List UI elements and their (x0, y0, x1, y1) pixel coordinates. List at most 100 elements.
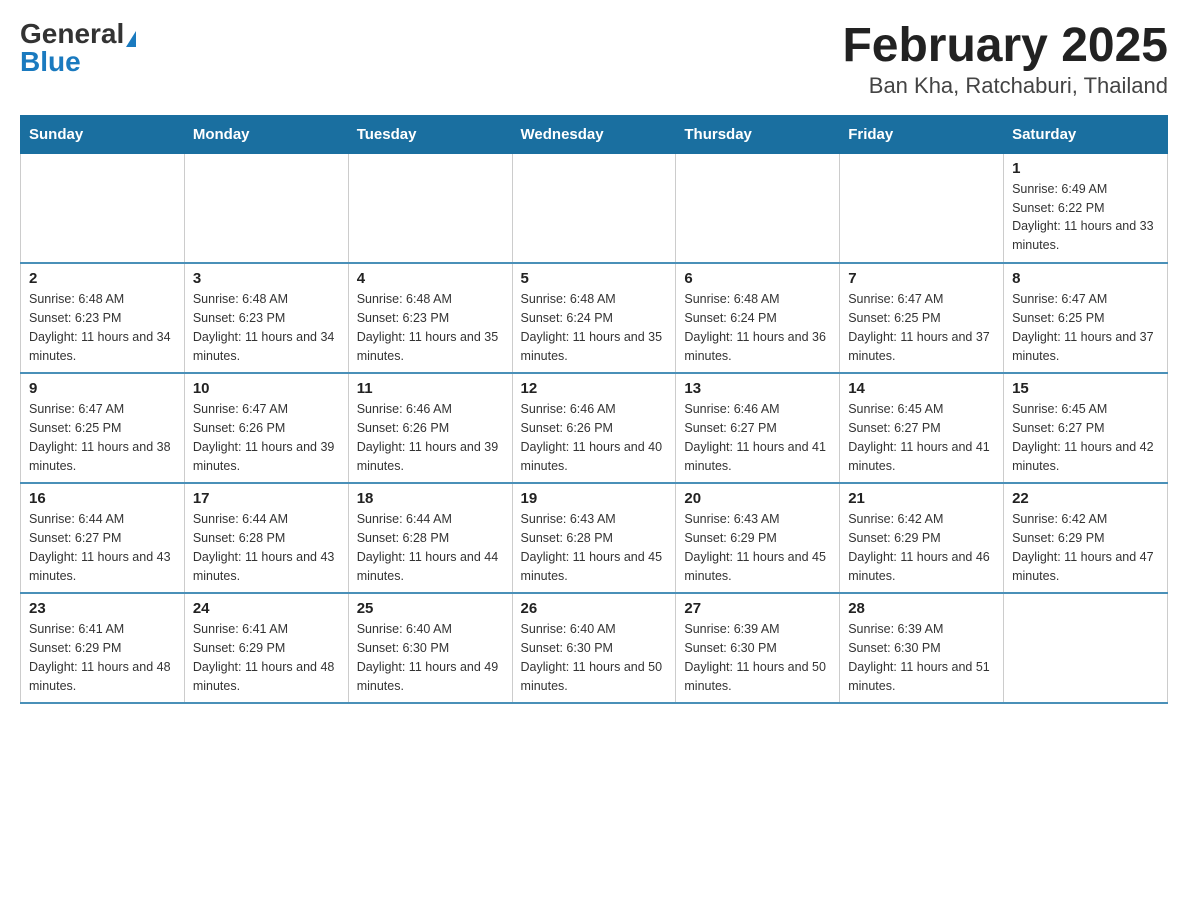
weekday-header-saturday: Saturday (1004, 115, 1168, 153)
day-info: Sunrise: 6:45 AMSunset: 6:27 PMDaylight:… (848, 400, 995, 475)
day-info: Sunrise: 6:48 AMSunset: 6:24 PMDaylight:… (684, 290, 831, 365)
day-info: Sunrise: 6:44 AMSunset: 6:28 PMDaylight:… (193, 510, 340, 585)
day-number: 19 (521, 490, 668, 507)
weekday-header-sunday: Sunday (21, 115, 185, 153)
day-info: Sunrise: 6:39 AMSunset: 6:30 PMDaylight:… (848, 620, 995, 695)
day-info: Sunrise: 6:47 AMSunset: 6:25 PMDaylight:… (848, 290, 995, 365)
calendar-day-cell: 22Sunrise: 6:42 AMSunset: 6:29 PMDayligh… (1004, 483, 1168, 593)
calendar-day-cell: 3 Sunrise: 6:48 AMSunset: 6:23 PMDaylight… (184, 263, 348, 373)
calendar-day-cell (512, 153, 676, 263)
calendar-day-cell: 20Sunrise: 6:43 AMSunset: 6:29 PMDayligh… (676, 483, 840, 593)
calendar-week-row: 23Sunrise: 6:41 AMSunset: 6:29 PMDayligh… (21, 593, 1168, 703)
day-info: Sunrise: 6:42 AMSunset: 6:29 PMDaylight:… (848, 510, 995, 585)
day-number: 9 (29, 380, 176, 397)
day-number: 8 (1012, 270, 1159, 287)
day-number: 21 (848, 490, 995, 507)
day-number: 3 (193, 270, 340, 287)
calendar-subtitle: Ban Kha, Ratchaburi, Thailand (842, 73, 1168, 99)
day-info: Sunrise: 6:48 AMSunset: 6:23 PMDaylight:… (29, 290, 176, 365)
logo-general-line: General (20, 20, 136, 48)
calendar-day-cell (676, 153, 840, 263)
calendar-day-cell: 27 Sunrise: 6:39 AMSunset: 6:30 PMDayligh… (676, 593, 840, 703)
calendar-day-cell: 2 Sunrise: 6:48 AMSunset: 6:23 PMDaylight… (21, 263, 185, 373)
calendar-week-row: 16Sunrise: 6:44 AMSunset: 6:27 PMDayligh… (21, 483, 1168, 593)
calendar-day-cell: 14Sunrise: 6:45 AMSunset: 6:27 PMDayligh… (840, 373, 1004, 483)
day-number: 6 (684, 270, 831, 287)
day-info: Sunrise: 6:40 AMSunset: 6:30 PMDaylight:… (357, 620, 504, 695)
calendar-day-cell: 7 Sunrise: 6:47 AMSunset: 6:25 PMDaylight… (840, 263, 1004, 373)
logo-triangle-icon (126, 31, 136, 47)
calendar-day-cell: 11 Sunrise: 6:46 AMSunset: 6:26 PMDayligh… (348, 373, 512, 483)
day-number: 25 (357, 600, 504, 617)
day-info: Sunrise: 6:40 AMSunset: 6:30 PMDaylight:… (521, 620, 668, 695)
day-number: 7 (848, 270, 995, 287)
day-info: Sunrise: 6:48 AMSunset: 6:24 PMDaylight:… (521, 290, 668, 365)
day-info: Sunrise: 6:48 AMSunset: 6:23 PMDaylight:… (193, 290, 340, 365)
day-info: Sunrise: 6:46 AMSunset: 6:27 PMDaylight:… (684, 400, 831, 475)
weekday-header-friday: Friday (840, 115, 1004, 153)
calendar-day-cell: 1 Sunrise: 6:49 AMSunset: 6:22 PMDaylight… (1004, 153, 1168, 263)
day-info: Sunrise: 6:41 AMSunset: 6:29 PMDaylight:… (193, 620, 340, 695)
day-info: Sunrise: 6:46 AMSunset: 6:26 PMDaylight:… (357, 400, 504, 475)
day-number: 12 (521, 380, 668, 397)
calendar-day-cell: 19 Sunrise: 6:43 AMSunset: 6:28 PMDayligh… (512, 483, 676, 593)
calendar-day-cell (184, 153, 348, 263)
day-number: 11 (357, 380, 504, 397)
calendar-day-cell: 16Sunrise: 6:44 AMSunset: 6:27 PMDayligh… (21, 483, 185, 593)
calendar-day-cell (21, 153, 185, 263)
day-number: 10 (193, 380, 340, 397)
day-number: 1 (1012, 160, 1159, 177)
calendar-day-cell: 15Sunrise: 6:45 AMSunset: 6:27 PMDayligh… (1004, 373, 1168, 483)
weekday-header-tuesday: Tuesday (348, 115, 512, 153)
day-number: 5 (521, 270, 668, 287)
day-info: Sunrise: 6:49 AMSunset: 6:22 PMDaylight:… (1012, 180, 1159, 255)
calendar-day-cell: 28 Sunrise: 6:39 AMSunset: 6:30 PMDayligh… (840, 593, 1004, 703)
weekday-header-wednesday: Wednesday (512, 115, 676, 153)
day-number: 28 (848, 600, 995, 617)
calendar-day-cell: 8 Sunrise: 6:47 AMSunset: 6:25 PMDaylight… (1004, 263, 1168, 373)
logo-general-text: General (20, 18, 124, 49)
calendar-body: 1 Sunrise: 6:49 AMSunset: 6:22 PMDaylight… (21, 153, 1168, 703)
calendar-day-cell: 9 Sunrise: 6:47 AMSunset: 6:25 PMDaylight… (21, 373, 185, 483)
calendar-title: February 2025 (842, 20, 1168, 73)
calendar-day-cell: 18 Sunrise: 6:44 AMSunset: 6:28 PMDayligh… (348, 483, 512, 593)
title-block: February 2025 Ban Kha, Ratchaburi, Thail… (842, 20, 1168, 99)
calendar-day-cell: 17 Sunrise: 6:44 AMSunset: 6:28 PMDayligh… (184, 483, 348, 593)
day-info: Sunrise: 6:39 AMSunset: 6:30 PMDaylight:… (684, 620, 831, 695)
calendar-week-row: 2 Sunrise: 6:48 AMSunset: 6:23 PMDaylight… (21, 263, 1168, 373)
day-number: 27 (684, 600, 831, 617)
weekday-header-monday: Monday (184, 115, 348, 153)
logo-blue-text: Blue (20, 48, 81, 76)
day-info: Sunrise: 6:45 AMSunset: 6:27 PMDaylight:… (1012, 400, 1159, 475)
calendar-day-cell: 6 Sunrise: 6:48 AMSunset: 6:24 PMDaylight… (676, 263, 840, 373)
day-number: 17 (193, 490, 340, 507)
calendar-day-cell (840, 153, 1004, 263)
calendar-day-cell: 13 Sunrise: 6:46 AMSunset: 6:27 PMDayligh… (676, 373, 840, 483)
page-header: General Blue February 2025 Ban Kha, Ratc… (20, 20, 1168, 99)
day-number: 4 (357, 270, 504, 287)
calendar-day-cell (1004, 593, 1168, 703)
day-number: 13 (684, 380, 831, 397)
logo: General Blue (20, 20, 136, 76)
day-number: 26 (521, 600, 668, 617)
day-number: 16 (29, 490, 176, 507)
calendar-day-cell (348, 153, 512, 263)
day-info: Sunrise: 6:47 AMSunset: 6:25 PMDaylight:… (29, 400, 176, 475)
day-number: 24 (193, 600, 340, 617)
day-number: 20 (684, 490, 831, 507)
calendar-header: SundayMondayTuesdayWednesdayThursdayFrid… (21, 115, 1168, 153)
day-info: Sunrise: 6:47 AMSunset: 6:26 PMDaylight:… (193, 400, 340, 475)
day-info: Sunrise: 6:43 AMSunset: 6:28 PMDaylight:… (521, 510, 668, 585)
day-info: Sunrise: 6:47 AMSunset: 6:25 PMDaylight:… (1012, 290, 1159, 365)
calendar-day-cell: 4 Sunrise: 6:48 AMSunset: 6:23 PMDaylight… (348, 263, 512, 373)
weekday-header-thursday: Thursday (676, 115, 840, 153)
day-info: Sunrise: 6:44 AMSunset: 6:28 PMDaylight:… (357, 510, 504, 585)
calendar-week-row: 1 Sunrise: 6:49 AMSunset: 6:22 PMDaylight… (21, 153, 1168, 263)
day-number: 2 (29, 270, 176, 287)
calendar-day-cell: 26 Sunrise: 6:40 AMSunset: 6:30 PMDayligh… (512, 593, 676, 703)
calendar-week-row: 9 Sunrise: 6:47 AMSunset: 6:25 PMDaylight… (21, 373, 1168, 483)
day-info: Sunrise: 6:48 AMSunset: 6:23 PMDaylight:… (357, 290, 504, 365)
calendar-day-cell: 10 Sunrise: 6:47 AMSunset: 6:26 PMDayligh… (184, 373, 348, 483)
day-number: 18 (357, 490, 504, 507)
day-number: 22 (1012, 490, 1159, 507)
